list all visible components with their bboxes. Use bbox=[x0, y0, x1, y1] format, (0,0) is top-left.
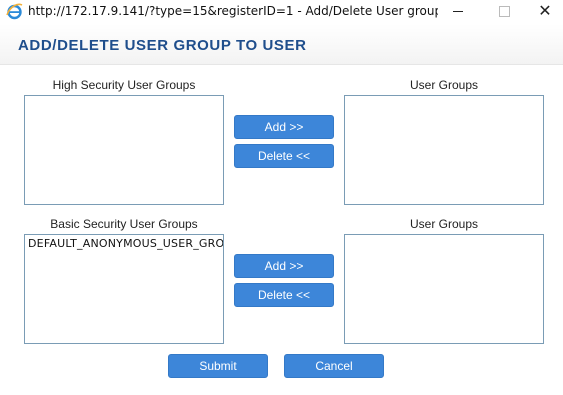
high-user-groups-label: User Groups bbox=[409, 78, 479, 92]
basic-security-groups-list[interactable]: DEFAULT_ANONYMOUS_USER_GROUP bbox=[24, 234, 224, 344]
high-security-groups-label: High Security User Groups bbox=[52, 78, 196, 92]
basic-add-button[interactable]: Add >> bbox=[234, 254, 334, 278]
page-title: ADD/DELETE USER GROUP TO USER bbox=[18, 37, 307, 54]
window-title: http://172.17.9.141/?type=15&registerID=… bbox=[28, 4, 438, 18]
cancel-button[interactable]: Cancel bbox=[284, 354, 384, 378]
basic-security-groups-label: Basic Security User Groups bbox=[50, 217, 198, 231]
minimize-icon bbox=[453, 10, 463, 12]
submit-button[interactable]: Submit bbox=[168, 354, 268, 378]
minimize-button[interactable] bbox=[435, 0, 481, 22]
list-item[interactable]: DEFAULT_ANONYMOUS_USER_GROUP bbox=[25, 235, 223, 252]
high-user-groups-list[interactable] bbox=[344, 95, 544, 205]
maximize-button[interactable] bbox=[481, 0, 527, 22]
basic-delete-button[interactable]: Delete << bbox=[234, 283, 334, 307]
window-title-bar: http://172.17.9.141/?type=15&registerID=… bbox=[0, 0, 563, 24]
page-header: ADD/DELETE USER GROUP TO USER bbox=[0, 24, 563, 65]
basic-user-groups-list[interactable] bbox=[344, 234, 544, 344]
close-icon: ✕ bbox=[538, 3, 552, 20]
high-delete-button[interactable]: Delete << bbox=[234, 144, 334, 168]
basic-user-groups-label: User Groups bbox=[409, 217, 479, 231]
close-button[interactable]: ✕ bbox=[527, 0, 563, 22]
ie-icon bbox=[6, 3, 23, 20]
maximize-icon bbox=[498, 5, 510, 17]
high-security-groups-list[interactable] bbox=[24, 95, 224, 205]
high-add-button[interactable]: Add >> bbox=[234, 115, 334, 139]
